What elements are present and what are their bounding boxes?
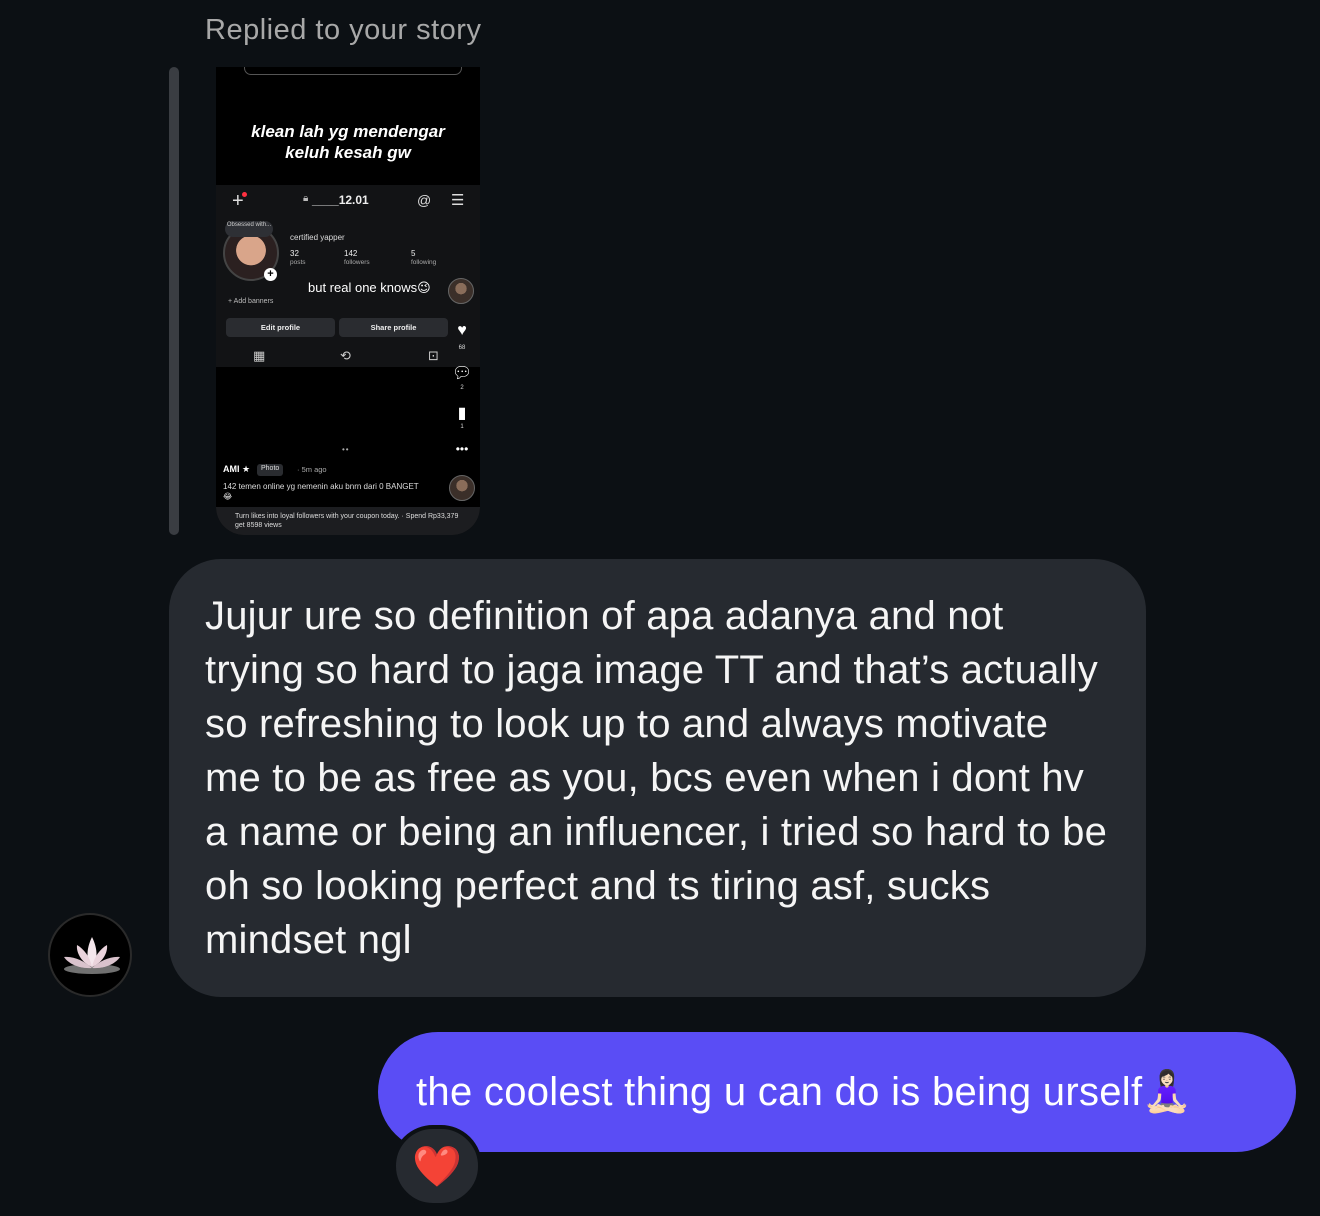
following-stat: 5 following <box>411 249 436 267</box>
more-icon: ••• <box>455 442 469 456</box>
bookmark-icon: ▮ <box>457 405 467 422</box>
story-preview[interactable]: klean lah yg mendengar keluh kesah gw + … <box>216 67 480 535</box>
profile-top-bar: + 🔒︎ ____12.01 @ ☰ <box>216 190 480 212</box>
repost-icon: ⟲ <box>340 348 351 363</box>
following-count: 5 <box>411 249 416 258</box>
edit-profile-button: Edit profile <box>226 318 335 337</box>
story-search-bar <box>244 67 462 75</box>
sender-avatar[interactable] <box>48 913 132 997</box>
story-overlay-line-1: klean lah yg mendengar <box>251 122 445 141</box>
likes-count: 68 <box>458 345 466 351</box>
lock-icon: 🔒︎ <box>303 193 309 204</box>
menu-icon: ☰ <box>451 192 465 209</box>
followers-label: followers <box>344 259 370 266</box>
add-icon: + <box>264 268 277 281</box>
story-caption-text: but real one knows😉 <box>308 280 431 295</box>
comment-icon: 💬︎ <box>452 365 473 382</box>
lotus-icon <box>64 937 120 974</box>
notification-dot <box>242 192 247 197</box>
threads-icon: @ <box>417 192 432 208</box>
posts-count: 32 <box>290 249 299 258</box>
outgoing-message-text: the coolest thing u can do is being urse… <box>416 1070 1193 1114</box>
profile-note: Obsessed with... <box>225 221 273 237</box>
profile-bio: certified yapper <box>290 233 345 242</box>
music-avatar <box>449 475 475 501</box>
posts-stat: 32 posts <box>290 249 306 267</box>
incoming-message-bubble[interactable]: Jujur ure so definition of apa adanya an… <box>169 559 1146 997</box>
posts-label: posts <box>290 259 306 266</box>
following-label: following <box>411 259 437 266</box>
carousel-dots: •• <box>342 445 350 454</box>
reply-label: Replied to your story <box>205 14 482 46</box>
story-overlay-text: klean lah yg mendengar keluh kesah gw <box>216 121 480 163</box>
photo-badge: Photo <box>257 464 284 476</box>
comments-count: 2 <box>460 385 464 391</box>
incoming-message-text: Jujur ure so definition of apa adanya an… <box>205 594 1108 962</box>
grid-icon: ▦ <box>253 348 266 363</box>
story-user-avatar <box>448 278 474 304</box>
saves-count: 1 <box>460 424 464 430</box>
tagged-icon: ⊡ <box>428 348 439 363</box>
post-author: AMI ★ <box>223 464 251 474</box>
heart-reaction[interactable]: ❤️ <box>392 1125 482 1207</box>
story-overlay-line-2: keluh kesah gw <box>285 143 411 162</box>
post-caption: 142 temen online yg nemenin aku bnrn dar… <box>223 482 419 501</box>
reply-quote-bar <box>169 67 179 535</box>
profile-username: ____12.01 <box>312 193 369 207</box>
heart-icon: ♥ <box>457 322 467 339</box>
share-profile-button: Share profile <box>339 318 448 337</box>
promo-banner: Turn likes into loyal followers with you… <box>216 507 480 535</box>
outgoing-message-bubble[interactable]: the coolest thing u can do is being urse… <box>378 1032 1296 1152</box>
post-time: · 5m ago <box>297 465 327 474</box>
followers-count: 142 <box>344 249 358 258</box>
followers-stat: 142 followers <box>344 249 370 267</box>
profile-screenshot: + 🔒︎ ____12.01 @ ☰ Obsessed with... + ce… <box>216 185 480 367</box>
add-banners-link: + Add banners <box>228 298 274 305</box>
